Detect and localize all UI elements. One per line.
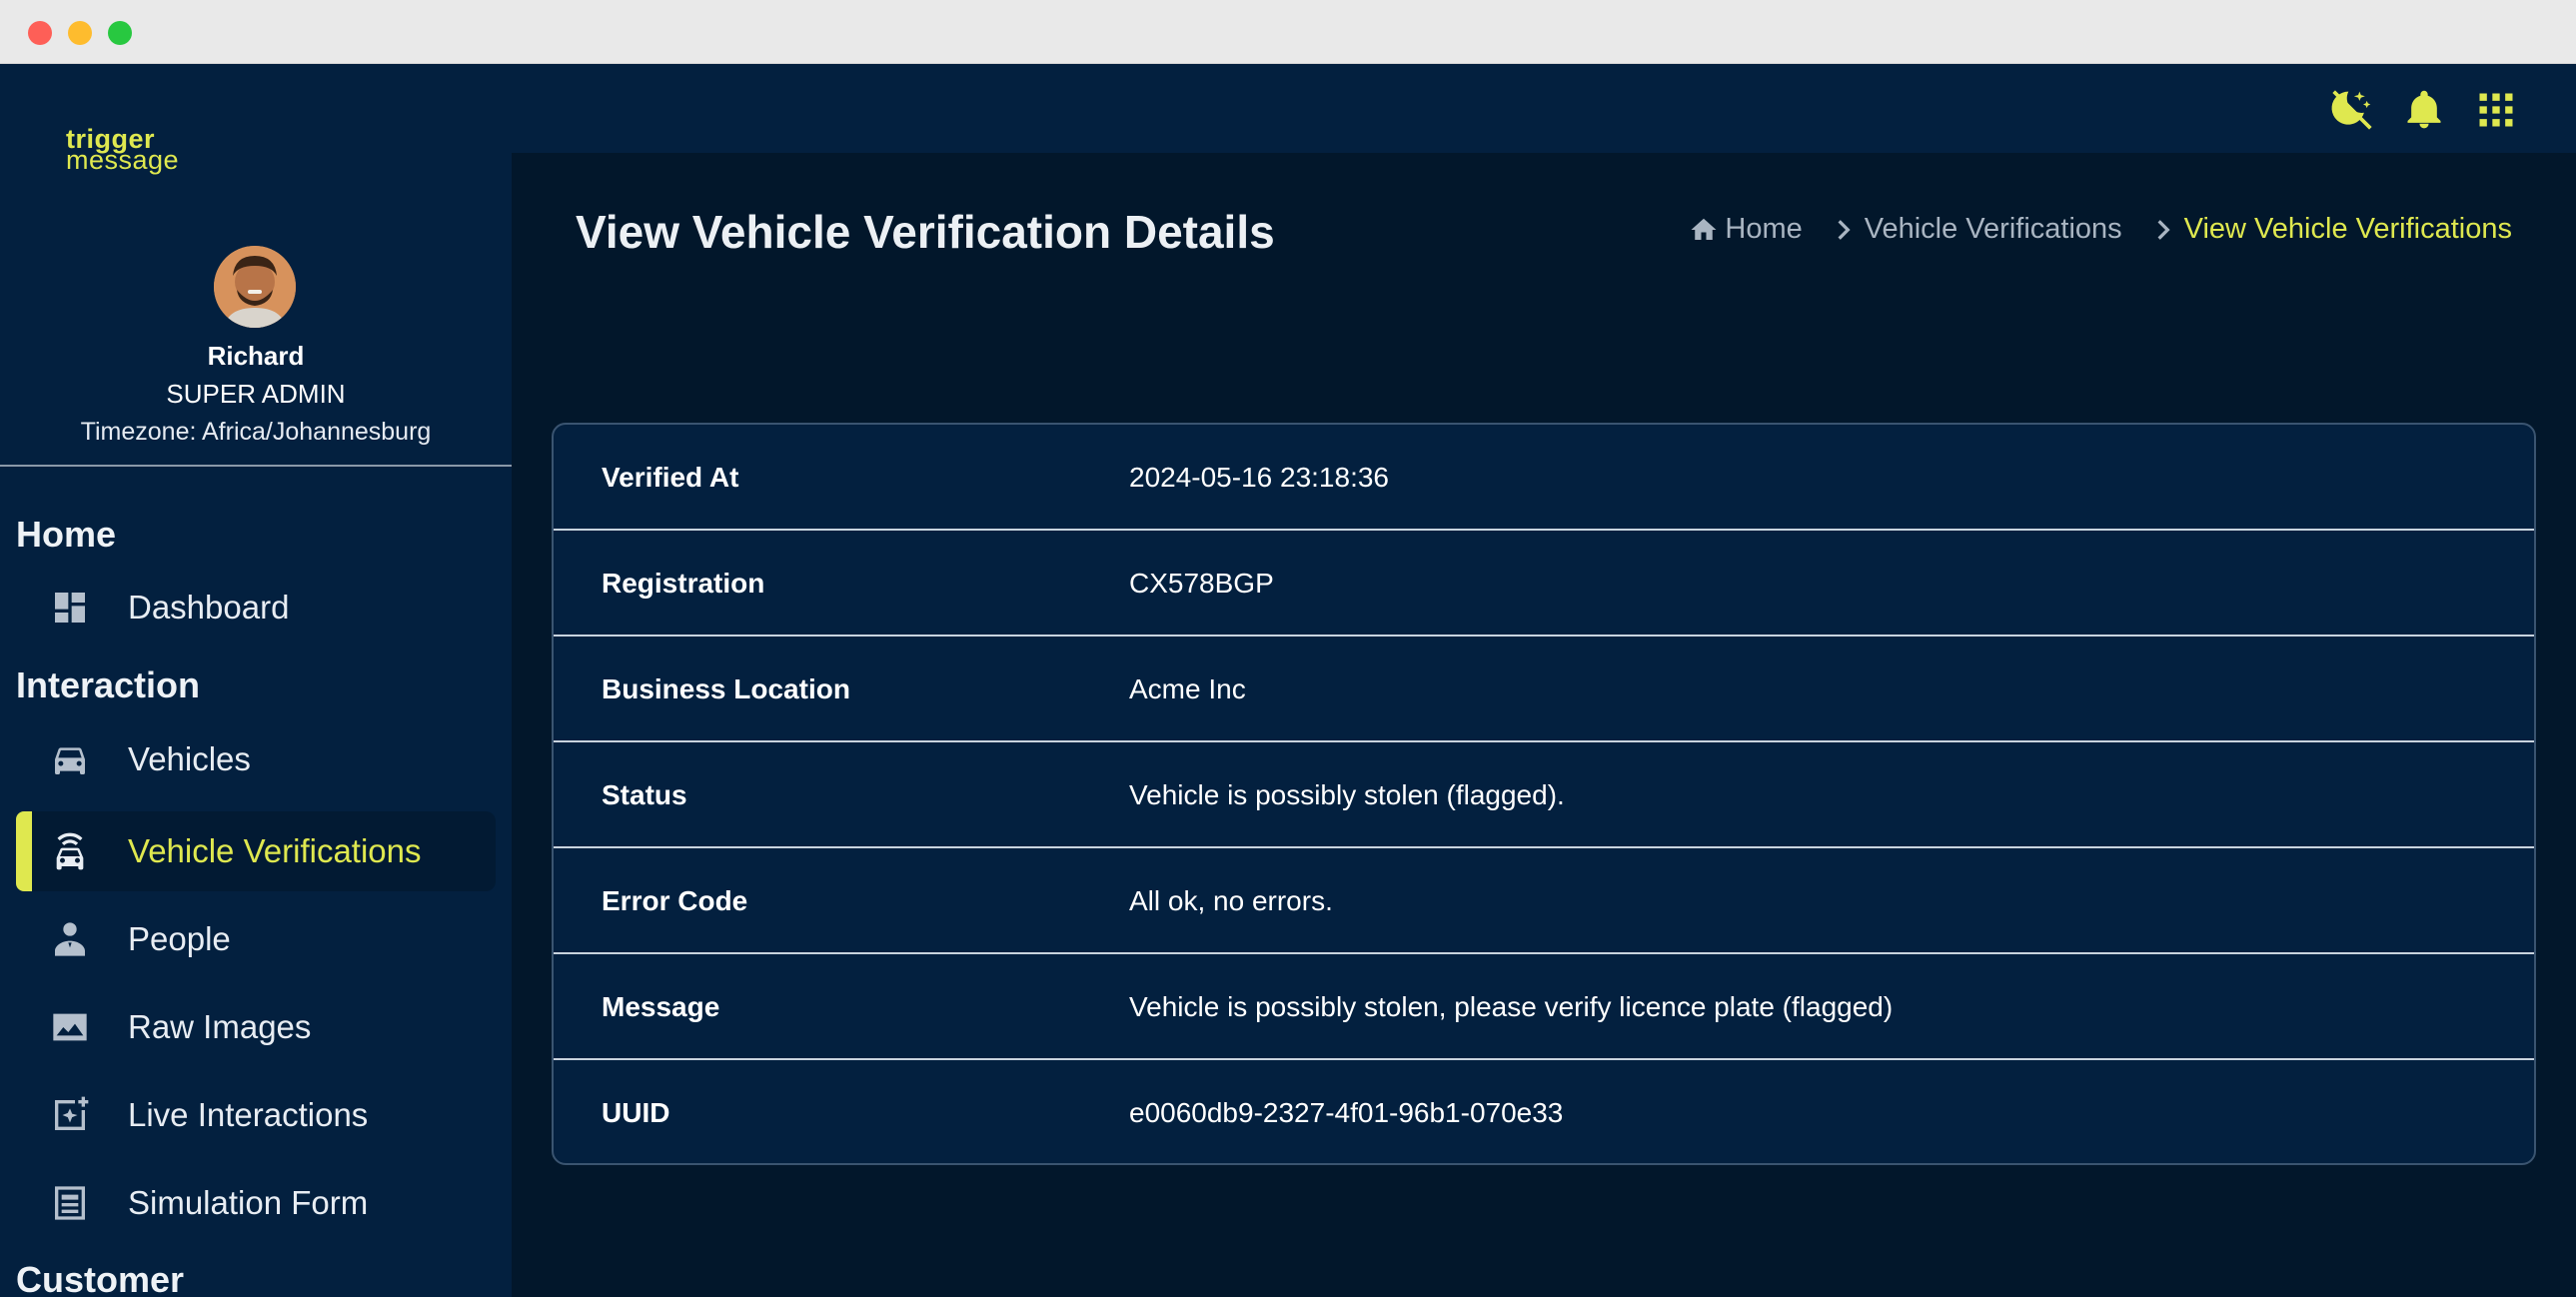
sidebar-item-label: Live Interactions <box>128 1096 369 1133</box>
detail-value: 2024-05-16 23:18:36 <box>1129 462 1389 493</box>
sidebar-divider <box>0 465 512 467</box>
detail-key: Error Code <box>602 885 748 916</box>
sidebar-item-label: Dashboard <box>128 589 290 626</box>
verification-details-table: Verified At 2024-05-16 23:18:36 Registra… <box>552 423 2536 1165</box>
detail-row-error-code: Error Code All ok, no errors. <box>554 848 2534 954</box>
detail-key: UUID <box>602 1097 670 1128</box>
sparkle-add-icon <box>50 1095 90 1135</box>
form-icon <box>50 1183 90 1223</box>
page-title: View Vehicle Verification Details <box>576 206 1275 258</box>
breadcrumb-vehicle-verifications-link[interactable]: Vehicle Verifications <box>1865 213 2122 246</box>
window-minimize-button[interactable] <box>68 21 92 45</box>
user-role: SUPER ADMIN <box>166 379 346 409</box>
home-icon <box>1689 215 1719 245</box>
detail-row-message: Message Vehicle is possibly stolen, plea… <box>554 954 2534 1060</box>
breadcrumb: Home Vehicle Verifications View Vehicle … <box>1689 213 2512 246</box>
sidebar-item-label: People <box>128 920 231 957</box>
app: trigger message Richard SUPER ADMIN Time… <box>0 64 2576 1297</box>
chevron-right-icon <box>1831 217 1857 243</box>
chevron-right-icon <box>2150 217 2176 243</box>
breadcrumb-current: View Vehicle Verifications <box>2183 213 2512 245</box>
sidebar-item-simulation-form[interactable]: Simulation Form <box>16 1163 496 1243</box>
brand-logo-line2: message <box>66 145 180 175</box>
main-content: View Vehicle Verification Details Home V… <box>512 153 2576 1297</box>
brand-logo[interactable]: trigger message <box>66 126 179 174</box>
detail-row-business-location: Business Location Acme Inc <box>554 637 2534 742</box>
window-close-button[interactable] <box>28 21 52 45</box>
car-signal-icon <box>50 831 90 871</box>
dashboard-icon <box>50 588 90 628</box>
detail-value: Vehicle is possibly stolen (flagged). <box>1129 779 1565 810</box>
detail-key: Status <box>602 779 687 810</box>
detail-key: Business Location <box>602 673 850 704</box>
sidebar: trigger message Richard SUPER ADMIN Time… <box>0 64 512 1297</box>
sidebar-item-label: Vehicle Verifications <box>128 832 422 869</box>
breadcrumb-home-link[interactable]: Home <box>1725 213 1802 246</box>
car-icon <box>50 739 90 779</box>
window-titlebar <box>0 0 2576 64</box>
detail-value: e0060db9-2327-4f01-96b1-070e33 <box>1129 1097 1564 1128</box>
sidebar-section-interaction: Interaction <box>16 664 201 705</box>
top-bar <box>512 64 2576 153</box>
detail-row-registration: Registration CX578BGP <box>554 531 2534 637</box>
detail-key: Registration <box>602 568 765 599</box>
apps-grid-icon[interactable] <box>2472 86 2520 134</box>
sidebar-item-label: Vehicles <box>128 740 251 777</box>
user-timezone: Timezone: Africa/Johannesburg <box>80 418 432 446</box>
sidebar-section-customer: Customer <box>16 1259 185 1297</box>
avatar[interactable] <box>214 246 296 328</box>
detail-value: Vehicle is possibly stolen, please verif… <box>1129 991 1894 1022</box>
detail-row-status: Status Vehicle is possibly stolen (flagg… <box>554 742 2534 848</box>
window-maximize-button[interactable] <box>108 21 132 45</box>
sidebar-section-home: Home <box>16 514 117 555</box>
detail-key: Message <box>602 991 720 1022</box>
detail-row-verified-at: Verified At 2024-05-16 23:18:36 <box>554 425 2534 531</box>
image-icon <box>50 1007 90 1047</box>
sidebar-item-label: Simulation Form <box>128 1184 369 1221</box>
person-icon <box>50 919 90 959</box>
sidebar-item-dashboard[interactable]: Dashboard <box>16 568 496 648</box>
sidebar-item-vehicles[interactable]: Vehicles <box>16 719 496 799</box>
detail-key: Verified At <box>602 462 739 493</box>
sidebar-item-live-interactions[interactable]: Live Interactions <box>16 1075 496 1155</box>
detail-value: All ok, no errors. <box>1129 885 1333 916</box>
sidebar-item-vehicle-verifications[interactable]: Vehicle Verifications <box>16 811 496 891</box>
sidebar-item-people[interactable]: People <box>16 899 496 979</box>
sidebar-item-label: Raw Images <box>128 1008 312 1045</box>
detail-value: Acme Inc <box>1129 673 1246 704</box>
sidebar-item-raw-images[interactable]: Raw Images <box>16 987 496 1067</box>
notification-bell-icon[interactable] <box>2400 86 2448 134</box>
user-name: Richard <box>207 341 305 371</box>
detail-row-uuid: UUID e0060db9-2327-4f01-96b1-070e33 <box>554 1060 2534 1163</box>
theme-toggle-icon[interactable] <box>2328 86 2376 134</box>
detail-value: CX578BGP <box>1129 568 1274 599</box>
